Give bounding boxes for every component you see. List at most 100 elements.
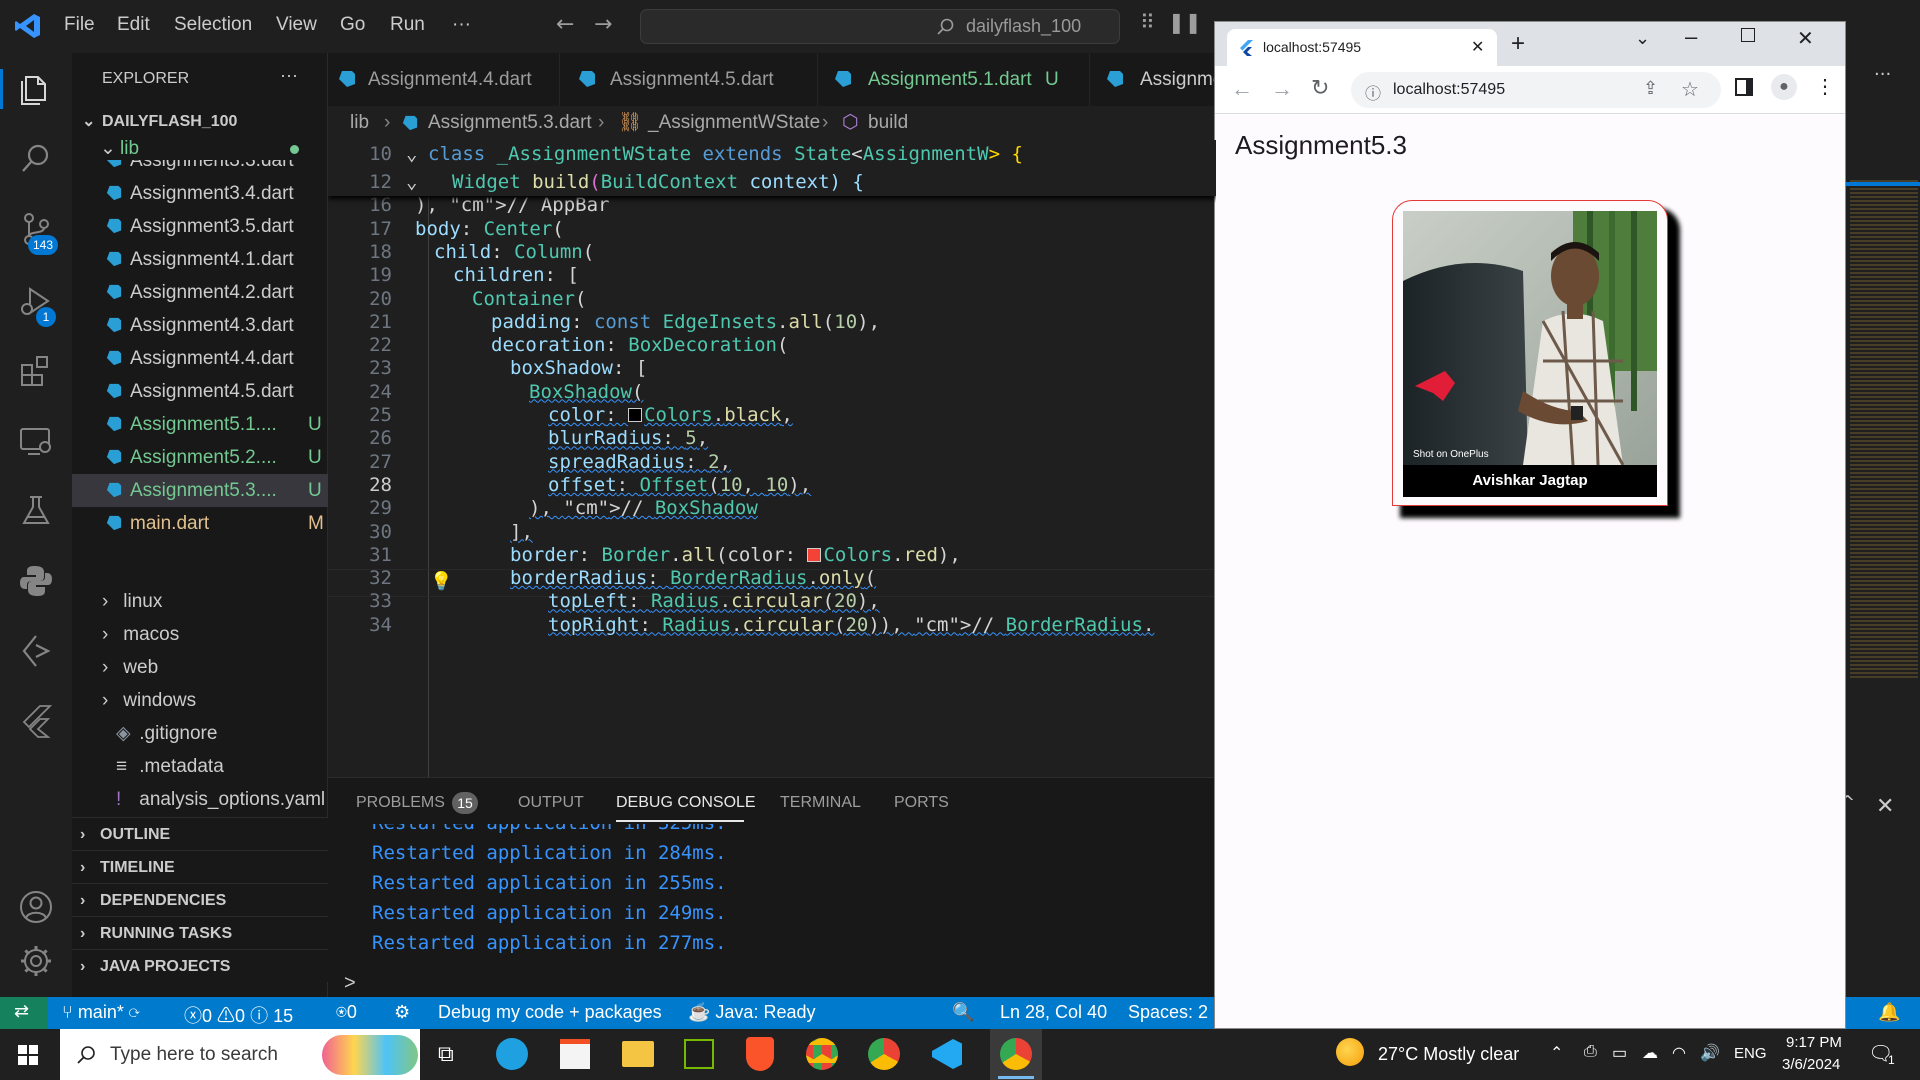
back-arrow-icon[interactable]: ← bbox=[556, 12, 574, 37]
file-item[interactable]: Assignment4.5.dart bbox=[72, 375, 328, 408]
fold-chevron-icon[interactable]: ⌄ bbox=[406, 168, 417, 196]
debug-mode[interactable]: Debug my code + packages bbox=[438, 1002, 662, 1023]
close-window-icon[interactable]: ✕ bbox=[1797, 26, 1814, 51]
tab-assignment4-5[interactable]: Assignment4.5.dart bbox=[560, 53, 818, 106]
python-icon[interactable] bbox=[18, 563, 54, 599]
language-indicator[interactable]: ENG bbox=[1734, 1045, 1767, 1062]
file-item[interactable]: Assignment4.4.dart bbox=[72, 342, 328, 375]
minimap[interactable] bbox=[1846, 140, 1920, 777]
new-tab-icon[interactable]: + bbox=[1511, 30, 1525, 58]
command-center-search[interactable]: dailyflash_100 bbox=[640, 9, 1120, 44]
tab-terminal[interactable]: TERMINAL bbox=[780, 794, 861, 812]
explorer-more-button[interactable]: ··· bbox=[280, 65, 298, 86]
explorer-icon[interactable] bbox=[18, 71, 54, 107]
task-view-icon[interactable]: ⧉ bbox=[438, 1041, 454, 1067]
file-item[interactable]: Assignment3.4.dart bbox=[72, 177, 328, 210]
flutter-icon[interactable] bbox=[18, 703, 54, 739]
editor-more-icon[interactable]: ··· bbox=[1874, 64, 1891, 85]
file-item[interactable]: Assignment3.5.dart bbox=[72, 210, 328, 243]
console-input-prompt[interactable]: > bbox=[344, 972, 356, 995]
forward-arrow-icon[interactable]: → bbox=[594, 12, 612, 37]
settings-gear-icon[interactable] bbox=[18, 943, 54, 979]
section-dependencies[interactable]: › DEPENDENCIES bbox=[72, 883, 328, 916]
chrome-active-taskbar-item[interactable] bbox=[990, 1029, 1042, 1080]
remote-explorer-icon[interactable] bbox=[18, 423, 54, 459]
color-swatch-red[interactable] bbox=[807, 547, 822, 562]
chrome-icon[interactable] bbox=[806, 1038, 838, 1070]
file-item[interactable]: Assignment5.1.... U bbox=[72, 408, 328, 441]
file-explorer-icon[interactable] bbox=[622, 1041, 654, 1067]
browser-forward-icon[interactable]: → bbox=[1271, 76, 1293, 102]
show-hidden-icons-icon[interactable]: ⌃ bbox=[1550, 1043, 1563, 1063]
folder-lib[interactable]: ⌄ lib bbox=[72, 138, 328, 160]
browser-tab[interactable]: localhost:57495 ✕ bbox=[1227, 29, 1497, 66]
browser-menu-icon[interactable]: ⋮ bbox=[1815, 74, 1835, 99]
tray-device-icon[interactable]: ⎙ bbox=[1584, 1043, 1597, 1061]
branch-indicator[interactable]: ⑂ main* ⟳ bbox=[62, 1002, 140, 1023]
volume-icon[interactable]: 🔊 bbox=[1700, 1043, 1720, 1063]
notifications-bell-icon[interactable]: 🔔 bbox=[1878, 1002, 1900, 1023]
file-item[interactable]: ! analysis_options.yaml bbox=[72, 783, 328, 816]
tab-output[interactable]: OUTPUT bbox=[518, 794, 584, 812]
store-icon[interactable] bbox=[560, 1039, 590, 1069]
file-item[interactable]: Assignment4.2.dart bbox=[72, 276, 328, 309]
file-item[interactable]: Assignment3.3.dart bbox=[72, 160, 328, 177]
folder-item[interactable]: › windows bbox=[72, 684, 328, 717]
indentation[interactable]: Spaces: 2 bbox=[1128, 1002, 1208, 1023]
clock-date[interactable]: 3/6/2024 bbox=[1782, 1056, 1840, 1073]
file-item[interactable]: Assignment4.1.dart bbox=[72, 243, 328, 276]
bookmark-star-icon[interactable]: ☆ bbox=[1681, 77, 1699, 102]
fold-chevron-icon[interactable]: ⌄ bbox=[406, 140, 417, 168]
close-panel-icon[interactable]: ✕ bbox=[1876, 794, 1894, 819]
section-java-projects[interactable]: › JAVA PROJECTS bbox=[72, 949, 328, 982]
color-swatch-black[interactable] bbox=[628, 408, 643, 422]
nvidia-icon[interactable] bbox=[684, 1039, 714, 1069]
breadcrumb-lib[interactable]: lib bbox=[350, 106, 369, 140]
file-item[interactable]: ≡ .metadata bbox=[72, 750, 328, 783]
debug-console-output[interactable]: Restarted application in 325ms. Restarte… bbox=[328, 824, 1216, 964]
remote-indicator[interactable]: ⇄ bbox=[0, 997, 48, 1029]
windows-start-icon[interactable] bbox=[18, 1045, 38, 1065]
share-icon[interactable]: ⇪ bbox=[1643, 78, 1658, 99]
tab-problems[interactable]: PROBLEMS bbox=[356, 794, 445, 812]
drag-handle-icon[interactable]: ⠿ bbox=[1140, 10, 1155, 34]
zoom-icon[interactable]: 🔍 bbox=[952, 1002, 974, 1023]
debug-indicator[interactable]: ⚙ bbox=[394, 1002, 410, 1023]
tab-assignment5-1[interactable]: Assignment5.1.dart U bbox=[818, 53, 1090, 106]
tab-ports[interactable]: PORTS bbox=[894, 794, 949, 812]
folder-item[interactable]: › macos bbox=[72, 618, 328, 651]
section-running-tasks[interactable]: › RUNNING TASKS bbox=[72, 916, 328, 949]
weather-moon-icon[interactable] bbox=[1336, 1038, 1364, 1066]
section-timeline[interactable]: › TIMELINE bbox=[72, 850, 328, 883]
java-status[interactable]: ☕ Java: Ready bbox=[688, 1002, 815, 1023]
menu-file[interactable]: File bbox=[64, 14, 95, 36]
testing-icon[interactable] bbox=[18, 493, 54, 529]
file-item[interactable]: ◈ .gitignore bbox=[72, 717, 328, 750]
cursor-position[interactable]: Ln 28, Col 40 bbox=[1000, 1002, 1107, 1023]
menu-selection[interactable]: Selection bbox=[174, 14, 252, 36]
git-graph-icon[interactable] bbox=[18, 633, 54, 669]
file-item[interactable]: Assignment5.3.... U bbox=[72, 474, 328, 507]
menu-go[interactable]: Go bbox=[340, 14, 365, 36]
search-icon[interactable] bbox=[18, 141, 54, 177]
profile-avatar-icon[interactable]: ● bbox=[1771, 74, 1797, 100]
tab-assignment5-3[interactable]: Assignment bbox=[1090, 53, 1216, 106]
extensions-icon[interactable] bbox=[18, 353, 54, 389]
account-icon[interactable] bbox=[18, 889, 54, 925]
tab-search-icon[interactable]: ⌄ bbox=[1635, 28, 1650, 49]
breadcrumb-file[interactable]: Assignment5.3.dart bbox=[428, 106, 592, 140]
close-tab-icon[interactable]: ✕ bbox=[1471, 37, 1484, 57]
menu-edit[interactable]: Edit bbox=[117, 14, 150, 36]
menu-view[interactable]: View bbox=[276, 14, 317, 36]
edge-icon[interactable] bbox=[496, 1038, 528, 1070]
tab-debug-console[interactable]: DEBUG CONSOLE bbox=[616, 794, 756, 812]
reload-icon[interactable]: ↻ bbox=[1311, 75, 1329, 101]
breadcrumb-method[interactable]: build bbox=[868, 106, 908, 140]
menu-run[interactable]: Run bbox=[390, 14, 425, 36]
vscode-taskbar-icon[interactable] bbox=[932, 1039, 962, 1069]
brave-icon[interactable] bbox=[746, 1037, 774, 1071]
site-info-icon[interactable]: ⓘ bbox=[1365, 80, 1381, 104]
wifi-icon[interactable]: ◠ bbox=[1672, 1043, 1686, 1063]
lightbulb-icon[interactable]: 💡 bbox=[430, 571, 452, 592]
taskbar-search-box[interactable]: Type here to search bbox=[60, 1029, 420, 1080]
